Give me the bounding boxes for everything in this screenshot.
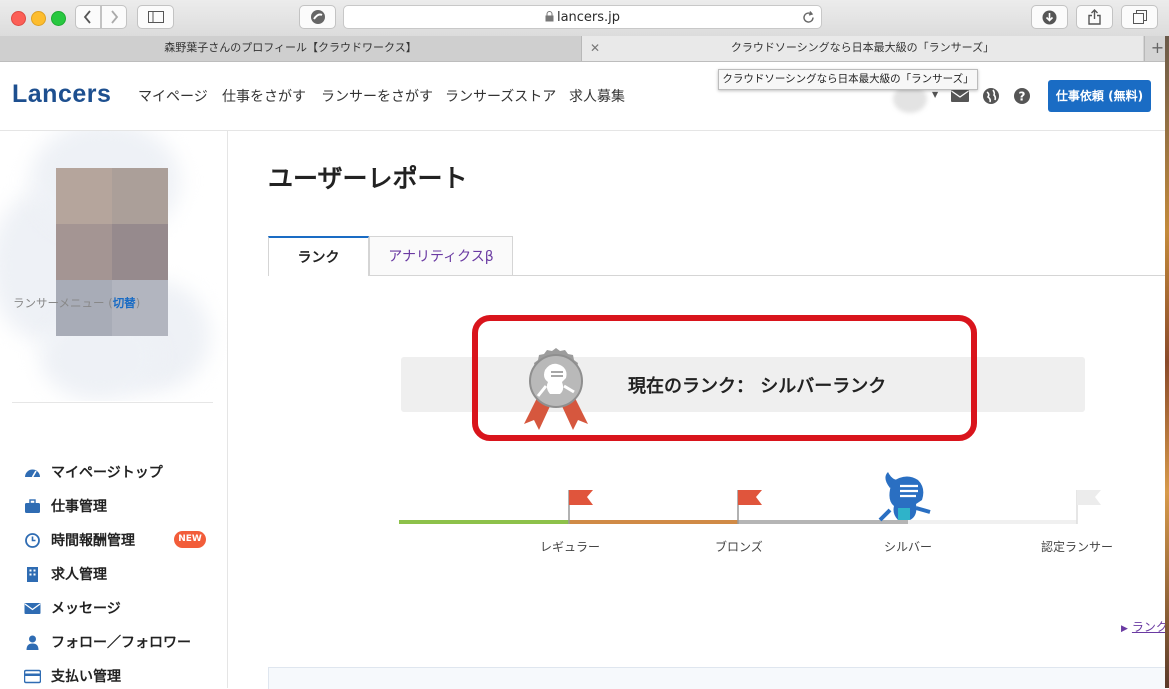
tab-overview-button[interactable] <box>1121 5 1158 29</box>
sidebar-item-label: 求人管理 <box>51 567 107 583</box>
background-window-edge <box>1165 36 1169 688</box>
clock-icon <box>25 532 40 548</box>
browser-tab-label: 森野葉子さんのプロフィール【クラウドワークス】 <box>164 41 417 54</box>
download-icon <box>1042 10 1057 24</box>
dashboard-icon <box>25 469 40 477</box>
lock-icon <box>545 11 554 22</box>
extension-icon <box>310 10 325 24</box>
browser-toolbar: lancers.jp <box>0 0 1169 37</box>
credit-card-icon <box>24 669 41 683</box>
sidebar-item-label: フォロー／フォロワー <box>51 635 191 651</box>
browser-tab-crowdworks[interactable]: 森野葉子さんのプロフィール【クラウドワークス】 <box>0 36 582 61</box>
nav-find-lancers[interactable]: ランサーをさがす <box>321 86 433 106</box>
downloads-button[interactable] <box>1031 5 1068 29</box>
sidebar-item-hourly-pay[interactable]: 時間報酬管理 <box>24 530 135 550</box>
browser-tab-label: クラウドソーシングなら日本最大級の「ランサーズ」 <box>730 41 995 54</box>
extension-button[interactable] <box>299 5 336 29</box>
address-bar[interactable]: lancers.jp <box>343 5 822 29</box>
flag-bronze-icon <box>737 490 762 524</box>
tab-underline <box>513 275 1165 276</box>
help-icon[interactable]: ? <box>1013 87 1031 105</box>
reload-icon[interactable] <box>802 11 815 24</box>
flag-regular-icon <box>568 490 593 524</box>
profile-image <box>0 131 227 401</box>
sidebar-item-recruitment[interactable]: 求人管理 <box>24 564 107 584</box>
content-panel <box>268 667 1166 689</box>
browser-tab-lancers[interactable]: ✕ クラウドソーシングなら日本最大級の「ランサーズ」 <box>582 36 1143 61</box>
caret-down-icon[interactable]: ▼ <box>932 90 938 99</box>
browser-tab-bar: 森野葉子さんのプロフィール【クラウドワークス】 ✕ クラウドソーシングなら日本最… <box>0 36 1169 62</box>
menu-title-end: ) <box>135 296 141 310</box>
sidebar-item-follow[interactable]: フォロー／フォロワー <box>24 632 191 652</box>
nav-recruitment[interactable]: 求人募集 <box>569 86 625 106</box>
knight-mascot-icon <box>878 472 931 522</box>
level-bronze: ブロンズ <box>715 540 763 554</box>
sidebar-item-label: マイページトップ <box>51 465 163 481</box>
nav-find-jobs[interactable]: 仕事をさがす <box>222 86 306 106</box>
sidebar-divider <box>12 402 213 403</box>
menu-switch-link[interactable]: 切替 <box>113 296 136 310</box>
post-job-button[interactable]: 仕事依頼 (無料) <box>1048 80 1151 112</box>
sidebar-toggle-button[interactable] <box>137 5 174 29</box>
sidebar-item-label: 仕事管理 <box>51 499 107 515</box>
rank-link-label: ランク <box>1131 620 1168 634</box>
sidebar-item-job-management[interactable]: 仕事管理 <box>24 496 107 516</box>
sidebar-item-label: 支払い管理 <box>51 669 121 685</box>
nav-mypage[interactable]: マイページ <box>138 86 208 106</box>
sidebar-item-mypage-top[interactable]: マイページトップ <box>24 462 163 482</box>
highlight-box <box>472 315 977 441</box>
close-tab-icon[interactable]: ✕ <box>590 36 600 60</box>
share-icon <box>1088 9 1101 25</box>
level-silver: シルバー <box>884 540 933 554</box>
tab-rank[interactable]: ランク <box>268 236 369 276</box>
level-certified: 認定ランサー <box>1041 540 1114 554</box>
forward-button[interactable] <box>101 5 127 29</box>
globe-icon[interactable] <box>982 87 1000 105</box>
flag-certified-icon <box>1076 490 1101 524</box>
share-button[interactable] <box>1076 5 1113 29</box>
tab-tooltip: クラウドソーシングなら日本最大級の「ランサーズ」 <box>718 69 978 90</box>
triangle-right-icon: ▶ <box>1121 624 1128 634</box>
svg-text:?: ? <box>1019 90 1026 104</box>
sidebar-item-label: 時間報酬管理 <box>51 533 135 549</box>
envelope-icon <box>24 602 41 614</box>
new-badge: NEW <box>174 531 206 548</box>
page-title: ユーザーレポート <box>268 164 468 193</box>
tab-analytics[interactable]: アナリティクスβ <box>369 236 513 276</box>
sidebar-item-messages[interactable]: メッセージ <box>24 598 121 618</box>
sidebar-item-label: メッセージ <box>51 601 121 617</box>
level-regular: レギュラー <box>540 540 601 554</box>
sidebar-icon <box>147 11 164 23</box>
person-icon <box>26 635 39 650</box>
nav-lancers-store[interactable]: ランサーズストア <box>445 86 556 106</box>
window-close-button[interactable] <box>11 11 26 26</box>
chevron-left-icon <box>83 10 91 24</box>
building-icon <box>27 566 38 582</box>
lancer-menu-title: ランサーメニュー (切替) <box>13 295 140 311</box>
progress-regular <box>399 520 569 524</box>
rank-details-link[interactable]: ▶ ランク <box>1121 618 1168 635</box>
menu-title-text: ランサーメニュー ( <box>13 296 113 310</box>
sidebar-item-payments[interactable]: 支払い管理 <box>24 666 121 686</box>
back-button[interactable] <box>75 5 101 29</box>
window-maximize-button[interactable] <box>51 11 66 26</box>
chevron-right-icon <box>111 10 119 24</box>
briefcase-icon <box>25 498 40 513</box>
tabs-icon <box>1132 10 1147 24</box>
lancers-logo[interactable]: Lancers <box>12 80 111 109</box>
url-text: lancers.jp <box>556 10 621 25</box>
window-minimize-button[interactable] <box>31 11 46 26</box>
